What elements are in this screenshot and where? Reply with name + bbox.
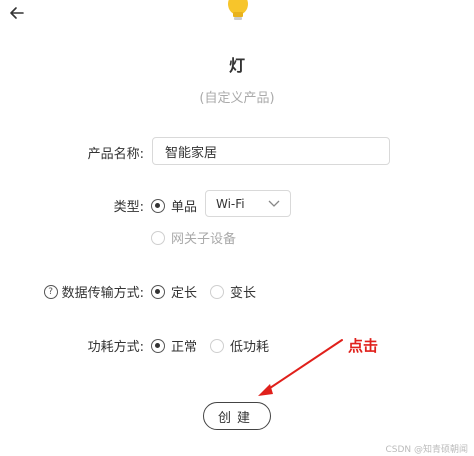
type-radio-gateway[interactable]: 网关子设备 xyxy=(151,228,236,247)
type-radio-single[interactable]: 单品 xyxy=(151,196,197,215)
transfer-label: ? 数据传输方式: xyxy=(43,282,144,301)
connection-select-value: Wi-Fi xyxy=(216,196,245,211)
transfer-radio-variable[interactable]: 变长 xyxy=(210,282,256,301)
connection-select[interactable]: Wi-Fi xyxy=(205,190,291,217)
page-subtitle: (自定义产品) xyxy=(199,91,275,106)
transfer-option-label: 定长 xyxy=(171,286,198,301)
radio-unchecked-icon xyxy=(210,338,224,353)
radio-checked-icon xyxy=(151,338,165,353)
create-button[interactable]: 创建 xyxy=(203,402,271,430)
type-option-label: 网关子设备 xyxy=(171,232,237,247)
help-circle-icon[interactable]: ? xyxy=(43,284,58,299)
lightbulb-icon xyxy=(223,0,253,24)
transfer-radio-fixed[interactable]: 定长 xyxy=(151,282,197,301)
page-title: 灯 xyxy=(228,56,245,75)
watermark: CSDN @知青硕朝闻 xyxy=(385,445,468,455)
power-radio-normal[interactable]: 正常 xyxy=(151,336,197,355)
annotation-label: 点击 xyxy=(348,337,379,355)
radio-unchecked-icon xyxy=(210,284,224,299)
type-option-label: 单品 xyxy=(171,200,198,215)
power-label: 功耗方式: xyxy=(87,340,144,355)
chevron-down-icon xyxy=(268,197,280,211)
product-name-input[interactable] xyxy=(152,137,390,165)
back-arrow-icon[interactable] xyxy=(8,4,26,22)
power-option-label: 正常 xyxy=(171,340,198,355)
radio-checked-icon xyxy=(151,198,165,213)
radio-unchecked-icon xyxy=(151,230,165,245)
type-label: 类型: xyxy=(113,200,144,215)
transfer-label-text: 数据传输方式: xyxy=(61,286,144,301)
annotation-arrow-icon xyxy=(258,339,343,396)
transfer-option-label: 变长 xyxy=(230,286,257,301)
product-name-label: 产品名称: xyxy=(87,147,144,162)
radio-checked-icon xyxy=(151,284,165,299)
